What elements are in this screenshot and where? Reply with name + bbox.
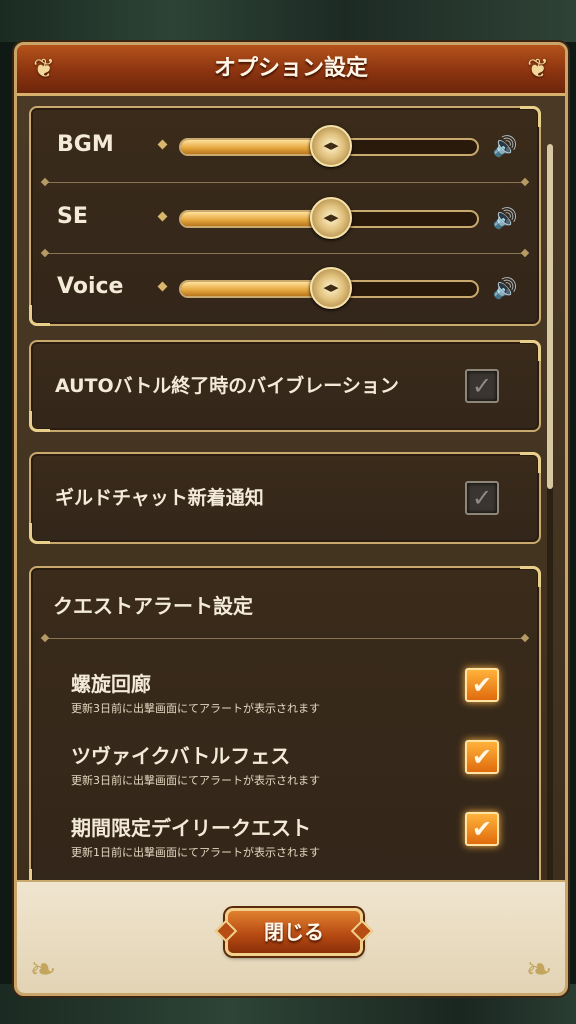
divider xyxy=(45,638,525,639)
options-dialog: ❦ オプション設定 ❦ BGM ◂▸ 🔊 SE ◂▸ 🔊 Voice ◂▸ 🔊 … xyxy=(14,42,568,996)
bgm-slider-fill xyxy=(181,140,329,154)
alert-item-desc: 更新3日前に出撃画面にてアラートが表示されます xyxy=(71,774,320,787)
se-volume-row: SE ◂▸ 🔊 xyxy=(31,182,539,252)
auto-vibration-panel[interactable]: AUTOバトル終了時のバイブレーション ✓ xyxy=(29,340,541,432)
volume-panel: BGM ◂▸ 🔊 SE ◂▸ 🔊 Voice ◂▸ 🔊 xyxy=(29,106,541,326)
speaker-icon: 🔊 xyxy=(492,276,518,300)
alert-checkbox[interactable]: ✔ xyxy=(465,740,499,774)
se-slider-knob[interactable]: ◂▸ xyxy=(310,197,352,239)
ornament-icon: ❧ xyxy=(29,950,57,988)
speaker-icon: 🔊 xyxy=(492,206,518,230)
dialog-title: オプション設定 xyxy=(213,56,368,81)
bgm-slider-knob[interactable]: ◂▸ xyxy=(310,125,352,167)
button-ornament xyxy=(350,919,374,943)
guild-chat-checkbox[interactable]: ✓ xyxy=(465,481,499,515)
guild-chat-panel[interactable]: ギルドチャット新着通知 ✓ xyxy=(29,452,541,544)
ornament-icon: ❦ xyxy=(527,54,549,84)
volume-min-icon xyxy=(157,281,168,292)
auto-vibration-checkbox[interactable]: ✓ xyxy=(465,369,499,403)
alert-checkbox[interactable]: ✔ xyxy=(465,812,499,846)
scrollbar[interactable] xyxy=(547,144,553,920)
speaker-icon: 🔊 xyxy=(492,134,518,158)
dialog-header: ❦ オプション設定 ❦ xyxy=(17,45,565,96)
alert-item-name: ツヴァイクバトルフェス xyxy=(71,744,291,768)
list-item[interactable]: 期間限定デイリークエスト 更新1日前に出撃画面にてアラートが表示されます ✔ xyxy=(31,812,539,884)
button-ornament xyxy=(214,919,238,943)
bgm-volume-row: BGM ◂▸ 🔊 xyxy=(31,110,539,180)
quest-alert-title: クエストアラート設定 xyxy=(53,594,253,618)
background-top xyxy=(0,0,576,42)
bgm-label: BGM xyxy=(57,132,114,157)
se-label: SE xyxy=(57,204,88,229)
alert-item-desc: 更新1日前に出撃画面にてアラートが表示されます xyxy=(71,846,320,859)
list-item[interactable]: 螺旋回廊 更新3日前に出撃画面にてアラートが表示されます ✔ xyxy=(31,668,539,740)
alert-item-desc: 更新3日前に出撃画面にてアラートが表示されます xyxy=(71,702,320,715)
scrollbar-thumb[interactable] xyxy=(547,144,553,489)
quest-alert-panel: クエストアラート設定 螺旋回廊 更新3日前に出撃画面にてアラートが表示されます … xyxy=(29,566,541,890)
alert-checkbox[interactable]: ✔ xyxy=(465,668,499,702)
list-item[interactable]: ツヴァイクバトルフェス 更新3日前に出撃画面にてアラートが表示されます ✔ xyxy=(31,740,539,812)
voice-volume-row: Voice ◂▸ 🔊 xyxy=(31,252,539,322)
settings-scroll-area[interactable]: BGM ◂▸ 🔊 SE ◂▸ 🔊 Voice ◂▸ 🔊 AUTOバトル終了時のバ… xyxy=(17,96,565,920)
voice-slider-fill xyxy=(181,282,329,296)
se-slider-fill xyxy=(181,212,329,226)
auto-vibration-label: AUTOバトル終了時のバイブレーション xyxy=(55,375,399,397)
voice-slider-knob[interactable]: ◂▸ xyxy=(310,267,352,309)
voice-label: Voice xyxy=(57,274,124,299)
dialog-footer: ❧ 閉じる ❧ xyxy=(17,880,565,993)
ornament-icon: ❧ xyxy=(525,950,553,988)
close-button[interactable]: 閉じる xyxy=(214,908,374,956)
alert-item-name: 螺旋回廊 xyxy=(71,672,151,696)
guild-chat-label: ギルドチャット新着通知 xyxy=(55,487,264,509)
volume-min-icon xyxy=(157,211,168,222)
volume-min-icon xyxy=(157,139,168,150)
close-button-label: 閉じる xyxy=(264,920,324,944)
alert-item-name: 期間限定デイリークエスト xyxy=(71,816,311,840)
